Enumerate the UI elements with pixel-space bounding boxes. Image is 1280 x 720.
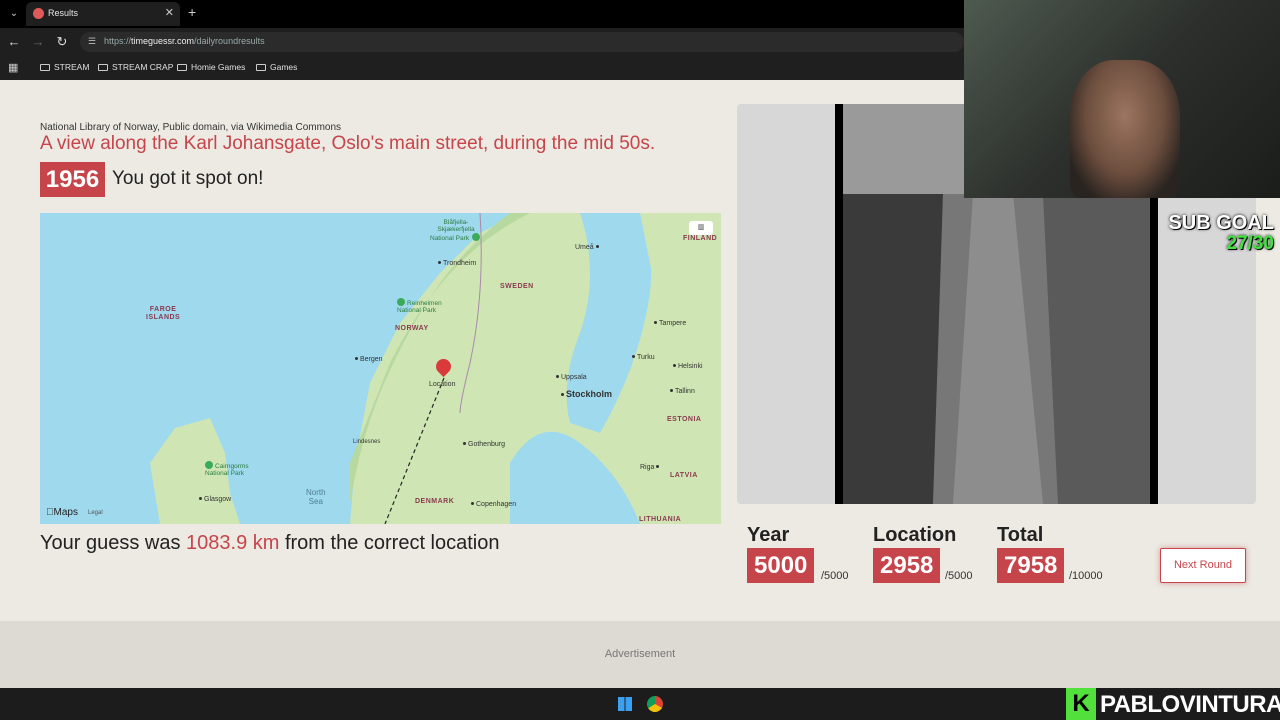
- park-icon: [472, 233, 481, 241]
- map-label-denmark: DENMARK: [415, 498, 455, 505]
- map-label-latvia: LATVIA: [670, 472, 698, 479]
- folder-icon: [256, 64, 266, 71]
- guess-distance: 1083.9 km: [186, 532, 280, 554]
- map-city-uppsala: Uppsala: [556, 374, 587, 381]
- total-score-badge: 7958: [997, 548, 1065, 583]
- advertisement-strip: Advertisement: [0, 621, 1280, 688]
- map-city-riga: Riga: [640, 464, 661, 471]
- map-city-stockholm: Stockholm: [561, 389, 612, 399]
- map-city-trondheim: Trondheim: [438, 260, 476, 267]
- timeguessr-favicon-icon: [33, 8, 44, 19]
- bookmark-games[interactable]: Games: [256, 62, 297, 72]
- sub-goal-count: 27/30: [1226, 233, 1274, 254]
- location-score-label: Location: [873, 524, 957, 546]
- correct-year-badge: 1956: [40, 162, 105, 197]
- tab-results[interactable]: Results ✕: [26, 2, 180, 26]
- year-score-badge: 5000: [747, 548, 815, 583]
- tab-close-icon[interactable]: ✕: [165, 6, 174, 19]
- advertisement-label: Advertisement: [604, 648, 676, 660]
- year-feedback: You got it spot on!: [112, 168, 264, 189]
- map-label-estonia: ESTONIA: [667, 416, 702, 423]
- map-legal-link[interactable]: Legal: [88, 510, 103, 516]
- map-city-turku: Turku: [632, 354, 655, 361]
- map-city-umea: Umeå: [575, 244, 601, 251]
- bookmark-homie-games[interactable]: Homie Games: [177, 62, 245, 72]
- total-score-label: Total: [997, 524, 1044, 546]
- image-credit: National Library of Norway, Public domai…: [40, 122, 342, 133]
- guess-distance-summary: Your guess was 1083.9 km from the correc…: [40, 532, 500, 554]
- map-label-north-sea: North Sea: [306, 488, 326, 506]
- map-label-faroe: FAROE ISLANDS: [146, 306, 181, 321]
- folder-icon: [177, 64, 187, 71]
- next-round-button[interactable]: Next Round: [1160, 548, 1246, 583]
- chrome-icon[interactable]: [647, 696, 663, 712]
- location-score-badge: 2958: [873, 548, 941, 583]
- map-city-bergen: Bergen: [355, 356, 383, 363]
- webcam-overlay: [964, 0, 1280, 198]
- bookmark-stream-crap[interactable]: STREAM CRAP: [98, 62, 173, 72]
- kick-logo-icon: K: [1066, 688, 1096, 720]
- apple-icon: : [46, 507, 54, 518]
- folder-icon: [98, 64, 108, 71]
- map-label-lithuania: LITHUANIA: [639, 516, 682, 523]
- map-label-finland: FINLAND: [683, 235, 718, 242]
- map-label-norway: NORWAY: [395, 325, 429, 332]
- windows-start-icon[interactable]: [618, 697, 632, 711]
- map-city-helsinki: Helsinki: [673, 363, 703, 370]
- map-park-blafjella: Blåfjella- Skjækerfjella National Park: [430, 219, 482, 242]
- year-score-label: Year: [747, 524, 790, 546]
- reload-icon[interactable]: ↻: [54, 34, 70, 50]
- map-label-sweden: SWEDEN: [500, 283, 534, 290]
- total-score-max: /10000: [1069, 570, 1103, 582]
- map-park-reinheimen: Reinheimen National Park: [397, 298, 442, 314]
- pin-label: Location: [429, 381, 456, 388]
- url-text: https://timeguessr.com/dailyroundresults: [104, 36, 265, 46]
- location-score-max: /5000: [945, 570, 973, 582]
- streamer-webcam-image: [1070, 60, 1180, 198]
- map-city-tampere: Tampere: [654, 320, 686, 327]
- map-city-glasgow: Glasgow: [199, 496, 231, 503]
- park-icon: [205, 461, 213, 469]
- site-info-icon[interactable]: ☰: [88, 36, 96, 47]
- photo-description: A view along the Karl Johansgate, Oslo's…: [40, 133, 656, 154]
- new-tab-icon[interactable]: +: [188, 4, 196, 20]
- map-land-svg: [150, 213, 721, 524]
- map-type-toggle[interactable]: ▥: [689, 221, 713, 235]
- result-map[interactable]: FAROE ISLANDS NORWAY SWEDEN FINLAND ESTO…: [40, 213, 721, 524]
- map-city-gothenburg: Gothenburg: [463, 441, 505, 448]
- tab-search-icon[interactable]: ⌄: [6, 6, 22, 22]
- tab-title: Results: [48, 8, 79, 18]
- year-score-max: /5000: [821, 570, 849, 582]
- back-arrow-icon[interactable]: ←: [6, 34, 22, 49]
- map-city-copenhagen: Copenhagen: [471, 501, 516, 508]
- streamer-brand: K PABLOVINTURA: [1066, 688, 1280, 720]
- streamer-name: PABLOVINTURA: [1100, 691, 1280, 718]
- apps-grid-icon[interactable]: ▦: [8, 61, 18, 74]
- sub-goal-label: SUB GOAL: [1168, 212, 1274, 234]
- map-city-tallinn: Tallinn: [670, 388, 695, 395]
- url-input[interactable]: ☰ https://timeguessr.com/dailyroundresul…: [80, 32, 964, 52]
- folder-icon: [40, 64, 50, 71]
- park-icon: [397, 298, 405, 306]
- bookmark-stream[interactable]: STREAM: [40, 62, 89, 72]
- apple-maps-logo: Maps: [46, 507, 78, 518]
- map-park-cairngorms: Cairngorms National Park: [205, 461, 249, 477]
- map-label-lindesnes: Lindesnes: [353, 439, 381, 445]
- forward-arrow-icon[interactable]: →: [30, 34, 46, 49]
